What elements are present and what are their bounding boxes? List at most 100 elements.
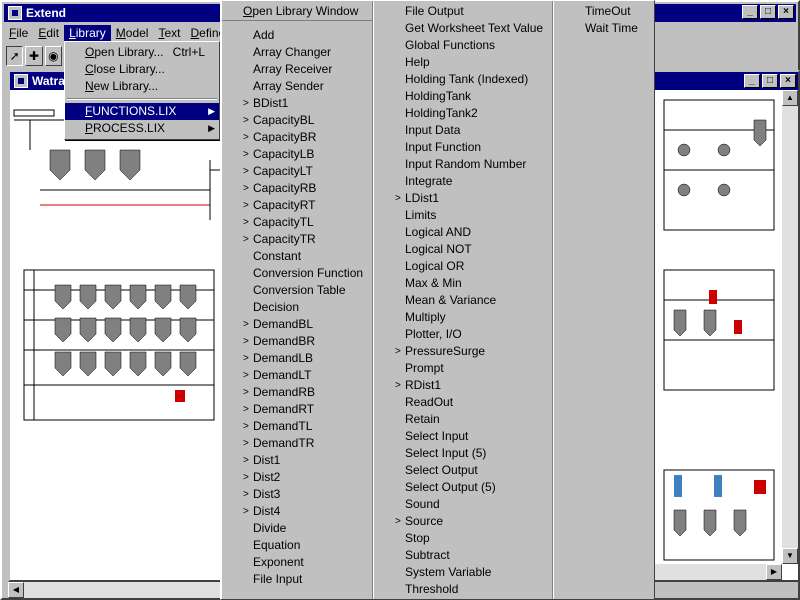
clone-tool-icon[interactable]: ◉ bbox=[44, 46, 62, 66]
function-item-select-input[interactable]: Select Input bbox=[374, 428, 552, 445]
function-item-file-output[interactable]: File Output bbox=[374, 3, 552, 20]
function-item-holding-tank-indexed[interactable]: Holding Tank (Indexed) bbox=[374, 71, 552, 88]
connect-tool-icon[interactable]: ✚ bbox=[25, 46, 43, 66]
function-item-dist2[interactable]: > Dist2 bbox=[222, 469, 372, 486]
function-item-multiply[interactable]: Multiply bbox=[374, 309, 552, 326]
function-item-stop[interactable]: Stop bbox=[374, 530, 552, 547]
function-item-demandrt[interactable]: > DemandRT bbox=[222, 401, 372, 418]
function-item-input-function[interactable]: Input Function bbox=[374, 139, 552, 156]
scroll-left-arrow-icon[interactable]: ◀ bbox=[8, 582, 24, 598]
menu-item-new-library[interactable]: New Library... bbox=[65, 78, 219, 95]
child-maximize-button[interactable]: □ bbox=[762, 74, 778, 88]
function-item-array-sender[interactable]: Array Sender bbox=[222, 78, 372, 95]
function-item-mean-variance[interactable]: Mean & Variance bbox=[374, 292, 552, 309]
function-item-readout[interactable]: ReadOut bbox=[374, 394, 552, 411]
function-item-logical-or[interactable]: Logical OR bbox=[374, 258, 552, 275]
function-item-capacityrb[interactable]: > CapacityRB bbox=[222, 180, 372, 197]
function-item-constant[interactable]: Constant bbox=[222, 248, 372, 265]
function-item-plotter-i-o[interactable]: Plotter, I/O bbox=[374, 326, 552, 343]
menu-model[interactable]: Model bbox=[111, 25, 154, 42]
right-horizontal-scrollbar[interactable]: ▶ bbox=[644, 564, 782, 580]
function-item-demandbr[interactable]: > DemandBR bbox=[222, 333, 372, 350]
model-window-right-title[interactable]: _ □ × bbox=[644, 72, 798, 90]
function-item-source[interactable]: > Source bbox=[374, 513, 552, 530]
right-vertical-scrollbar[interactable]: ▲ ▼ bbox=[782, 90, 798, 564]
function-item-help[interactable]: Help bbox=[374, 54, 552, 71]
function-item-wait-time[interactable]: Wait Time bbox=[554, 20, 654, 37]
menu-file[interactable]: File bbox=[4, 25, 33, 42]
function-item-demandlb[interactable]: > DemandLB bbox=[222, 350, 372, 367]
function-item-file-input[interactable]: File Input bbox=[222, 571, 372, 588]
menu-edit[interactable]: Edit bbox=[33, 25, 64, 42]
function-item-rdist1[interactable]: > RDist1 bbox=[374, 377, 552, 394]
function-item-subtract[interactable]: Subtract bbox=[374, 547, 552, 564]
scroll-right-arrow-icon[interactable]: ▶ bbox=[766, 564, 782, 580]
function-item-dist1[interactable]: > Dist1 bbox=[222, 452, 372, 469]
scroll-down-arrow-icon[interactable]: ▼ bbox=[782, 548, 798, 564]
function-item-demandrb[interactable]: > DemandRB bbox=[222, 384, 372, 401]
function-item-equation[interactable]: Equation bbox=[222, 537, 372, 554]
function-item-demandlt[interactable]: > DemandLT bbox=[222, 367, 372, 384]
function-item-exponent[interactable]: Exponent bbox=[222, 554, 372, 571]
function-item-sound[interactable]: Sound bbox=[374, 496, 552, 513]
function-item-demandtl[interactable]: > DemandTL bbox=[222, 418, 372, 435]
function-item-pressuresurge[interactable]: > PressureSurge bbox=[374, 343, 552, 360]
menu-item-open-library-window[interactable]: Open Library Window bbox=[222, 1, 372, 21]
left-horizontal-scrollbar[interactable]: ◀ bbox=[8, 582, 222, 598]
function-item-prompt[interactable]: Prompt bbox=[374, 360, 552, 377]
function-item-ldist1[interactable]: > LDist1 bbox=[374, 190, 552, 207]
maximize-button[interactable]: □ bbox=[760, 5, 776, 19]
function-item-limits[interactable]: Limits bbox=[374, 207, 552, 224]
function-item-bdist1[interactable]: > BDist1 bbox=[222, 95, 372, 112]
function-item-input-random-number[interactable]: Input Random Number bbox=[374, 156, 552, 173]
close-button[interactable]: × bbox=[778, 5, 794, 19]
child-minimize-button[interactable]: _ bbox=[744, 74, 760, 88]
menu-library[interactable]: Library bbox=[64, 25, 111, 42]
function-item-dist3[interactable]: > Dist3 bbox=[222, 486, 372, 503]
function-item-capacitylb[interactable]: > CapacityLB bbox=[222, 146, 372, 163]
function-item-holdingtank[interactable]: HoldingTank bbox=[374, 88, 552, 105]
function-item-conversion-table[interactable]: Conversion Table bbox=[222, 282, 372, 299]
function-item-logical-not[interactable]: Logical NOT bbox=[374, 241, 552, 258]
minimize-button[interactable]: _ bbox=[742, 5, 758, 19]
menu-item-open-library[interactable]: Open Library... Ctrl+L bbox=[65, 44, 219, 61]
function-item-add[interactable]: Add bbox=[222, 27, 372, 44]
function-item-select-input-5[interactable]: Select Input (5) bbox=[374, 445, 552, 462]
function-item-demandtr[interactable]: > DemandTR bbox=[222, 435, 372, 452]
function-item-capacityrt[interactable]: > CapacityRT bbox=[222, 197, 372, 214]
function-item-select-output[interactable]: Select Output bbox=[374, 462, 552, 479]
function-item-select-output-5[interactable]: Select Output (5) bbox=[374, 479, 552, 496]
scroll-up-arrow-icon[interactable]: ▲ bbox=[782, 90, 798, 106]
function-item-global-functions[interactable]: Global Functions bbox=[374, 37, 552, 54]
function-item-retain[interactable]: Retain bbox=[374, 411, 552, 428]
menu-item-process-lix[interactable]: PROCESS.LIX ▶ bbox=[65, 120, 219, 137]
function-item-dist4[interactable]: > Dist4 bbox=[222, 503, 372, 520]
function-item-capacitytr[interactable]: > CapacityTR bbox=[222, 231, 372, 248]
function-item-holdingtank2[interactable]: HoldingTank2 bbox=[374, 105, 552, 122]
app-icon[interactable] bbox=[8, 6, 22, 20]
menu-item-close-library[interactable]: Close Library... bbox=[65, 61, 219, 78]
function-item-divide[interactable]: Divide bbox=[222, 520, 372, 537]
model-canvas-right[interactable] bbox=[644, 90, 782, 564]
pointer-tool-icon[interactable]: ➚ bbox=[6, 46, 24, 66]
function-item-get-worksheet-text-value[interactable]: Get Worksheet Text Value bbox=[374, 20, 552, 37]
menu-item-functions-lix[interactable]: FUNCTIONS.LIX ▶ bbox=[65, 103, 219, 120]
function-item-demandbl[interactable]: > DemandBL bbox=[222, 316, 372, 333]
child-close-button[interactable]: × bbox=[780, 74, 796, 88]
function-item-decision[interactable]: Decision bbox=[222, 299, 372, 316]
function-item-conversion-function[interactable]: Conversion Function bbox=[222, 265, 372, 282]
model-canvas[interactable] bbox=[10, 90, 220, 580]
function-item-array-receiver[interactable]: Array Receiver bbox=[222, 61, 372, 78]
function-item-timeout[interactable]: TimeOut bbox=[554, 3, 654, 20]
function-item-capacitybl[interactable]: > CapacityBL bbox=[222, 112, 372, 129]
function-item-integrate[interactable]: Integrate bbox=[374, 173, 552, 190]
function-item-capacitybr[interactable]: > CapacityBR bbox=[222, 129, 372, 146]
function-item-system-variable[interactable]: System Variable bbox=[374, 564, 552, 581]
function-item-capacitytl[interactable]: > CapacityTL bbox=[222, 214, 372, 231]
function-item-threshold[interactable]: Threshold bbox=[374, 581, 552, 598]
function-item-logical-and[interactable]: Logical AND bbox=[374, 224, 552, 241]
function-item-input-data[interactable]: Input Data bbox=[374, 122, 552, 139]
function-item-array-changer[interactable]: Array Changer bbox=[222, 44, 372, 61]
menu-text[interactable]: Text bbox=[153, 25, 185, 42]
function-item-max-min[interactable]: Max & Min bbox=[374, 275, 552, 292]
